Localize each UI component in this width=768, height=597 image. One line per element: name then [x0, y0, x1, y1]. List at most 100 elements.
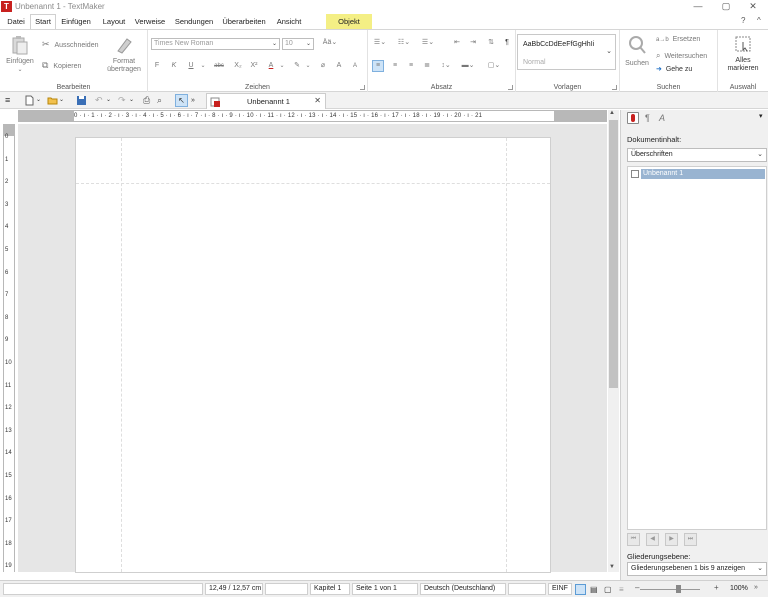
- weitersuchen-button[interactable]: ⌕ Weitersuchen: [656, 51, 707, 61]
- kopieren-button[interactable]: ⧉ Kopieren: [42, 60, 81, 71]
- align-right-icon[interactable]: ≡: [406, 61, 416, 71]
- chevron-down-icon[interactable]: ⌄: [129, 95, 140, 106]
- menu-ueberarbeiten[interactable]: Überarbeiten: [220, 14, 268, 29]
- close-button[interactable]: ✕: [741, 0, 765, 13]
- chevron-down-icon[interactable]: ⌄: [306, 39, 311, 49]
- increase-indent-icon[interactable]: ⇥: [468, 38, 478, 48]
- font-shrink-button[interactable]: A: [350, 61, 360, 71]
- einfuegen-button[interactable]: Einfügen ⌄: [5, 35, 35, 74]
- print-preview-icon[interactable]: ⌕: [157, 95, 168, 106]
- align-left-icon[interactable]: ≡: [372, 60, 384, 72]
- more-icon[interactable]: »: [754, 584, 758, 591]
- ersetzen-button[interactable]: a→b Ersetzen: [656, 36, 700, 43]
- zoom-slider-knob[interactable]: [676, 585, 681, 593]
- sidebar-menu-arrow-icon[interactable]: ▾: [759, 112, 763, 120]
- align-justify-icon[interactable]: ≣: [422, 61, 432, 71]
- style-gallery[interactable]: AaBbCcDdEeFfGgHhIi Normal ⌄: [517, 34, 616, 70]
- menu-icon[interactable]: ≡: [5, 95, 16, 106]
- next-icon[interactable]: ▶: [665, 533, 678, 546]
- sort-icon[interactable]: ⇅: [486, 38, 496, 48]
- align-center-icon[interactable]: ≡: [390, 61, 400, 71]
- chevron-down-icon[interactable]: ⌄: [303, 61, 313, 71]
- close-icon[interactable]: ✕: [314, 96, 321, 105]
- chevron-down-icon[interactable]: ⌄: [277, 61, 287, 71]
- maximize-button[interactable]: ▢: [714, 0, 738, 13]
- menu-einfuegen[interactable]: Einfügen: [59, 14, 93, 29]
- border-icon[interactable]: ▢⌄: [486, 61, 502, 71]
- bullet-list-icon[interactable]: ☰⌄: [372, 38, 388, 48]
- underline-button[interactable]: U: [186, 61, 196, 71]
- font-name-combo[interactable]: Times New Roman ⌄: [151, 38, 280, 50]
- last-icon[interactable]: ⏭: [684, 533, 697, 546]
- menu-datei[interactable]: Datei: [4, 14, 28, 29]
- menu-start[interactable]: Start: [30, 14, 56, 29]
- status-modus[interactable]: EINF: [548, 583, 572, 595]
- view-page-icon[interactable]: ▢: [604, 585, 612, 594]
- pilcrow-button[interactable]: ¶: [502, 38, 512, 48]
- help-icon[interactable]: ?: [741, 16, 745, 25]
- document-page[interactable]: [75, 137, 551, 573]
- redo-icon[interactable]: ↷: [118, 95, 129, 106]
- subscript-button[interactable]: X₂: [232, 61, 244, 71]
- chevron-down-icon[interactable]: ⌄: [36, 95, 47, 106]
- scrollbar-thumb[interactable]: [609, 120, 618, 388]
- menu-verweise[interactable]: Verweise: [133, 14, 167, 29]
- italic-button[interactable]: K: [169, 61, 179, 71]
- superscript-button[interactable]: X²: [248, 61, 260, 71]
- zeichen-dialog-launcher[interactable]: [360, 85, 365, 90]
- ribbon-collapse-icon[interactable]: ^: [757, 16, 761, 25]
- previous-icon[interactable]: ◀: [646, 533, 659, 546]
- menu-layout[interactable]: Layout: [99, 14, 129, 29]
- textmaker-app-icon[interactable]: T: [1, 1, 12, 12]
- outline-checkbox[interactable]: [631, 170, 639, 178]
- list-item[interactable]: Unbenannt 1: [630, 169, 765, 179]
- view-outline-icon[interactable]: ▤: [590, 585, 598, 594]
- minimize-button[interactable]: —: [686, 0, 710, 13]
- clear-format-icon[interactable]: ⌀: [318, 61, 328, 71]
- bold-button[interactable]: F: [152, 61, 162, 71]
- undo-icon[interactable]: ↶: [95, 95, 106, 106]
- select-pointer-icon[interactable]: ↖: [175, 94, 188, 107]
- format-uebertragen-button[interactable]: Format übertragen: [104, 35, 144, 74]
- open-folder-icon[interactable]: [47, 95, 58, 106]
- scroll-down-icon[interactable]: ▼: [609, 564, 615, 570]
- status-kapitel[interactable]: Kapitel 1: [310, 583, 350, 595]
- content-filter-combo[interactable]: Überschriften ⌄: [627, 148, 767, 162]
- menu-sendungen[interactable]: Sendungen: [173, 14, 215, 29]
- vertical-scrollbar[interactable]: ▲ ▼: [608, 110, 619, 572]
- first-icon[interactable]: ⏮: [627, 533, 640, 546]
- gehe-zu-button[interactable]: ➜ Gehe zu: [656, 65, 692, 73]
- more-icon[interactable]: »: [191, 95, 202, 106]
- ausschneiden-button[interactable]: ✂ Ausschneiden: [42, 39, 98, 50]
- strikethrough-button[interactable]: abc: [212, 61, 226, 71]
- numbered-list-icon[interactable]: ☷⌄: [396, 38, 412, 48]
- chevron-down-icon[interactable]: ⌄: [106, 95, 117, 106]
- zoom-slider-track[interactable]: [640, 589, 700, 590]
- multilevel-list-icon[interactable]: ☰⌄: [420, 38, 436, 48]
- view-normal-icon[interactable]: [575, 584, 586, 595]
- font-grow-button[interactable]: A: [334, 61, 344, 71]
- zoom-level[interactable]: 100%: [730, 585, 748, 592]
- document-outline-list[interactable]: Unbenannt 1: [627, 166, 767, 530]
- menu-ansicht[interactable]: Ansicht: [273, 14, 305, 29]
- suchen-button[interactable]: Suchen: [624, 35, 650, 68]
- font-case-button[interactable]: Ää⌄: [320, 38, 340, 48]
- view-master-icon[interactable]: ≡: [619, 585, 624, 594]
- font-color-button[interactable]: A: [266, 61, 276, 71]
- zoom-out-button[interactable]: –: [635, 583, 639, 592]
- chevron-down-icon[interactable]: ⌄: [272, 39, 277, 49]
- shading-icon[interactable]: ▬⌄: [460, 61, 476, 71]
- line-spacing-icon[interactable]: ↕⌄: [438, 61, 454, 71]
- outline-level-combo[interactable]: Gliederungsebenen 1 bis 9 anzeigen ⌄: [627, 562, 767, 576]
- compass-icon[interactable]: [627, 112, 639, 124]
- chevron-down-icon[interactable]: ⌄: [757, 563, 763, 575]
- chevron-down-icon[interactable]: ⌄: [757, 149, 763, 161]
- vertical-ruler[interactable]: 0 1 2 3 4 5 6 7 8 9 10 11 12 13 14 15 16 17 18 19: [3, 124, 15, 572]
- chevron-down-icon[interactable]: ⌄: [59, 95, 70, 106]
- document-tab[interactable]: Unbenannt 1 ✕: [206, 93, 326, 109]
- save-icon[interactable]: [76, 95, 87, 106]
- character-style-icon[interactable]: A: [659, 113, 665, 123]
- vorlagen-dialog-launcher[interactable]: [612, 85, 617, 90]
- horizontal-ruler[interactable]: 0 · ı · 1 · ı · 2 · ı · 3 · ı · 4 · ı · …: [18, 110, 607, 122]
- chevron-down-icon[interactable]: ⌄: [606, 47, 612, 55]
